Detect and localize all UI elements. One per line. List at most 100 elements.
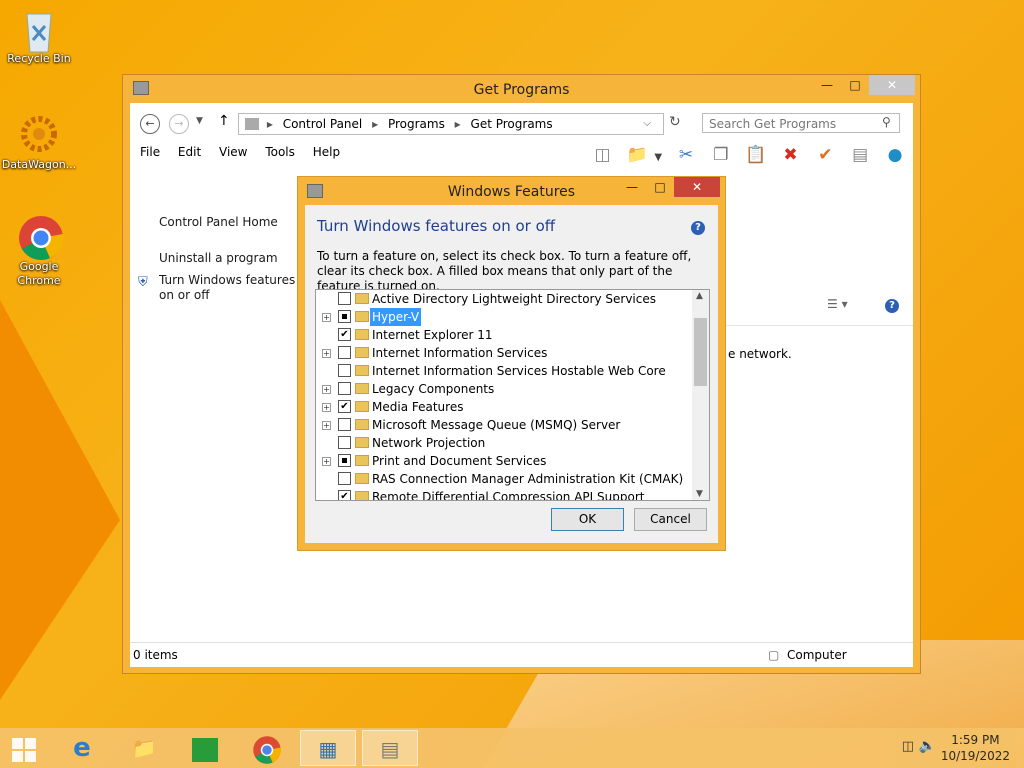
internet-explorer-icon[interactable]: e xyxy=(54,730,110,766)
store-icon[interactable] xyxy=(177,730,233,766)
feature-row[interactable]: ✔ Remote Differential Compression API Sup… xyxy=(316,488,690,500)
feature-label: Hyper-V xyxy=(370,308,422,326)
desktop-icon-recycle-bin[interactable]: Recycle Bin xyxy=(1,6,77,66)
menu-tools[interactable]: Tools xyxy=(265,145,295,159)
link-uninstall-program[interactable]: Uninstall a program xyxy=(159,251,278,265)
scroll-down-icon[interactable]: ▼ xyxy=(696,489,703,499)
close-button[interactable]: ✕ xyxy=(869,75,915,95)
features-tree[interactable]: Active Directory Lightweight Directory S… xyxy=(315,289,710,501)
properties-icon[interactable]: ▤ xyxy=(848,143,872,167)
paste-icon[interactable]: 📋 xyxy=(744,143,768,167)
expand-icon[interactable]: + xyxy=(322,403,331,412)
minimize-button[interactable]: — xyxy=(813,75,841,95)
refresh-button[interactable]: ↻ xyxy=(669,114,681,130)
control-panel-taskbar-icon[interactable]: ▦ xyxy=(300,730,356,766)
feature-row[interactable]: + Print and Document Services xyxy=(316,452,690,470)
breadcrumb-get-programs[interactable]: Get Programs xyxy=(471,117,553,131)
link-turn-windows-features[interactable]: Turn Windows features on or off xyxy=(159,273,304,303)
dialog-close-button[interactable]: ✕ xyxy=(674,177,720,197)
cancel-button[interactable]: Cancel xyxy=(634,508,707,531)
globe-icon[interactable]: ● xyxy=(883,143,907,167)
copy-icon[interactable]: ❐ xyxy=(709,143,733,167)
delete-icon[interactable]: ✖ xyxy=(779,143,803,167)
folder-icon xyxy=(355,311,369,322)
feature-checkbox[interactable] xyxy=(338,292,351,305)
maximize-button[interactable]: □ xyxy=(841,75,869,95)
chrome-icon xyxy=(17,214,64,260)
feature-checkbox[interactable] xyxy=(338,436,351,449)
back-button[interactable]: ← xyxy=(140,114,160,134)
start-button[interactable] xyxy=(0,730,48,766)
search-icon[interactable]: ⚲ xyxy=(882,115,891,129)
system-clock[interactable]: 1:59 PM 10/19/2022 xyxy=(941,732,1010,764)
feature-checkbox[interactable] xyxy=(338,454,351,467)
feature-checkbox[interactable] xyxy=(338,472,351,485)
chevron-down-icon[interactable]: ▼ xyxy=(653,146,663,170)
dialog-maximize-button[interactable]: □ xyxy=(646,177,674,197)
item-count: 0 items xyxy=(133,648,178,662)
scrollbar-thumb[interactable] xyxy=(694,318,707,386)
expand-icon[interactable]: + xyxy=(322,313,331,322)
feature-row[interactable]: ✔ Internet Explorer 11 xyxy=(316,326,690,344)
feature-checkbox[interactable] xyxy=(338,310,351,323)
expand-icon[interactable]: + xyxy=(322,385,331,394)
computer-icon: ▢ xyxy=(768,648,780,662)
link-control-panel-home[interactable]: Control Panel Home xyxy=(159,215,278,229)
layout-icon[interactable]: ◫ xyxy=(591,143,615,167)
feature-checkbox[interactable] xyxy=(338,346,351,359)
feature-row[interactable]: Internet Information Services Hostable W… xyxy=(316,362,690,380)
desktop-icon-datawagon[interactable]: DataWagon... xyxy=(1,112,77,172)
chrome-taskbar-icon[interactable] xyxy=(239,730,295,766)
ok-button[interactable]: OK xyxy=(551,508,624,531)
dialog-titlebar[interactable]: Windows Features — □ ✕ xyxy=(298,177,725,205)
window-titlebar[interactable]: Get Programs — □ ✕ xyxy=(123,75,920,103)
feature-row[interactable]: + Microsoft Message Queue (MSMQ) Server xyxy=(316,416,690,434)
feature-checkbox[interactable]: ✔ xyxy=(338,400,351,413)
forward-button[interactable]: → xyxy=(169,114,189,134)
vertical-scrollbar[interactable]: ▲ ▼ xyxy=(692,290,709,500)
feature-checkbox[interactable]: ✔ xyxy=(338,328,351,341)
chevron-down-icon[interactable]: ⌵ xyxy=(643,114,651,134)
dialog-minimize-button[interactable]: — xyxy=(618,177,646,197)
taskbar: e 📁 ▦ ▤ ◫ 🔈 1:59 PM 10/19/2022 xyxy=(0,728,1024,768)
feature-checkbox[interactable] xyxy=(338,418,351,431)
menu-edit[interactable]: Edit xyxy=(178,145,201,159)
feature-checkbox[interactable]: ✔ xyxy=(338,490,351,500)
help-icon[interactable]: ? xyxy=(691,221,705,235)
menu-file[interactable]: File xyxy=(140,145,160,159)
search-input[interactable]: Search Get Programs xyxy=(702,113,900,133)
recent-locations-button[interactable]: ▼ xyxy=(196,116,203,126)
feature-checkbox[interactable] xyxy=(338,364,351,377)
expand-icon[interactable]: + xyxy=(322,421,331,430)
breadcrumb-control-panel[interactable]: Control Panel xyxy=(283,117,363,131)
feature-row[interactable]: + Internet Information Services xyxy=(316,344,690,362)
wallpaper-shape xyxy=(0,300,120,700)
feature-row[interactable]: + Hyper-V xyxy=(316,308,690,326)
file-explorer-icon[interactable]: 📁 xyxy=(116,730,172,766)
feature-row[interactable]: Network Projection xyxy=(316,434,690,452)
feature-row[interactable]: Active Directory Lightweight Directory S… xyxy=(316,290,690,308)
folder-options-icon[interactable]: 📁 xyxy=(625,143,649,167)
feature-checkbox[interactable] xyxy=(338,382,351,395)
expand-icon[interactable]: + xyxy=(322,457,331,466)
feature-row[interactable]: + Legacy Components xyxy=(316,380,690,398)
left-navigation-pane: Control Panel Home Uninstall a program ⛨… xyxy=(130,169,302,637)
up-button[interactable]: ↑ xyxy=(218,113,230,129)
help-icon[interactable]: ? xyxy=(885,299,899,313)
scroll-up-icon[interactable]: ▲ xyxy=(696,291,703,301)
desktop-icon-google-chrome[interactable]: Google Chrome xyxy=(1,214,77,288)
feature-row[interactable]: + ✔ Media Features xyxy=(316,398,690,416)
feature-row[interactable]: RAS Connection Manager Administration Ki… xyxy=(316,470,690,488)
address-bar[interactable]: ▸ Control Panel ▸ Programs ▸ Get Program… xyxy=(238,113,664,135)
menu-help[interactable]: Help xyxy=(313,145,340,159)
network-icon[interactable]: ◫ xyxy=(902,739,914,754)
menu-view[interactable]: View xyxy=(219,145,247,159)
checkmark-icon[interactable]: ✔ xyxy=(813,143,837,167)
features-taskbar-icon[interactable]: ▤ xyxy=(362,730,418,766)
volume-icon[interactable]: 🔈 xyxy=(919,738,936,754)
expand-icon[interactable]: + xyxy=(322,349,331,358)
view-options-icon[interactable]: ☰ ▾ xyxy=(827,297,848,311)
desktop-icon-label: DataWagon... xyxy=(1,158,77,171)
breadcrumb-programs[interactable]: Programs xyxy=(388,117,445,131)
cut-icon[interactable]: ✂ xyxy=(674,143,698,167)
